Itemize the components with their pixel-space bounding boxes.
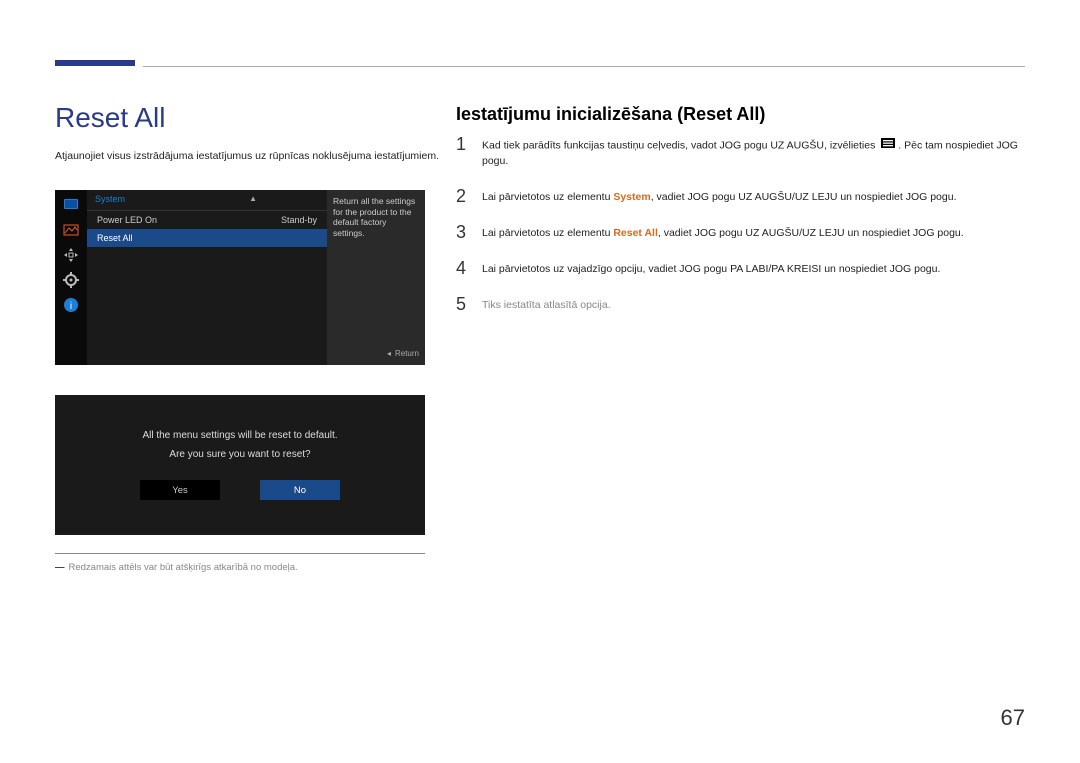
no-button[interactable]: No [260,480,340,500]
yes-button[interactable]: Yes [140,480,220,500]
picture-icon [60,219,82,241]
step-5: 5 Tiks iestatīta atlasītā opcija. [456,295,1025,313]
dialog-screenshot: All the menu settings will be reset to d… [55,395,425,535]
dialog-buttons: Yes No [140,480,340,500]
step-text: Lai pārvietotos uz elementu System, vadi… [482,187,957,205]
dialog-message-2: Are you sure you want to reset? [169,449,310,460]
osd-return-label: Return [333,349,419,359]
info-icon: i [60,294,82,316]
section-title: Iestatījumu inicializēšana (Reset All) [456,104,765,125]
osd-row-value: Stand-by [281,215,317,225]
intro-text: Atjaunojiet visus izstrādājuma iestatīju… [55,150,439,162]
osd-row-label: Reset All [97,233,133,243]
osd-row-reset-all: Reset All [87,229,327,247]
step-text: Lai pārvietotos uz vajadzīgo opciju, vad… [482,259,940,277]
step-text: Tiks iestatīta atlasītā opcija. [482,295,611,313]
step-number: 4 [456,259,482,277]
page-title: Reset All [55,102,166,134]
step-number: 3 [456,223,482,241]
footnote-text: Redzamais attēls var būt atšķirīgs atkar… [69,562,298,573]
monitor-icon [60,194,82,216]
step-number: 5 [456,295,482,313]
footnote-dash: ― [55,562,65,573]
dialog-message-1: All the menu settings will be reset to d… [142,430,337,441]
step-1: 1 Kad tiek parādīts funkcijas taustiņu c… [456,135,1025,169]
step-text: Kad tiek parādīts funkcijas taustiņu ceļ… [482,135,1025,169]
osd-description-text: Return all the settings for the product … [333,196,419,239]
osd-header: System [87,190,327,211]
header-rule [143,66,1025,67]
osd-row-label: Power LED On [97,215,157,225]
osd-description-panel: Return all the settings for the product … [327,190,425,365]
header-accent-bar [55,60,135,66]
move-icon [60,244,82,266]
step-number: 2 [456,187,482,205]
footnote: ― Redzamais attēls var būt atšķirīgs atka… [55,562,298,573]
reset-all-keyword: Reset All [613,227,658,239]
step-3: 3 Lai pārvietotos uz elementu Reset All,… [456,223,1025,241]
system-keyword: System [613,191,650,203]
step-text: Lai pārvietotos uz elementu Reset All, v… [482,223,964,241]
footnote-rule [55,553,425,554]
menu-icon [881,138,895,153]
osd-row-power-led: Power LED On Stand-by [87,211,327,229]
osd-sidebar: i [55,190,87,365]
step-4: 4 Lai pārvietotos uz vajadzīgo opciju, v… [456,259,1025,277]
osd-body: System ▲ Power LED On Stand-by Reset All [87,190,327,365]
steps-list: 1 Kad tiek parādīts funkcijas taustiņu c… [456,135,1025,332]
page-number: 67 [1001,705,1025,731]
gear-icon [60,269,82,291]
step-2: 2 Lai pārvietotos uz elementu System, va… [456,187,1025,205]
osd-screenshot: i System ▲ Power LED On Stand-by Reset A… [55,190,425,365]
step-number: 1 [456,135,482,153]
up-arrow-icon: ▲ [249,194,257,203]
svg-text:i: i [70,301,72,312]
